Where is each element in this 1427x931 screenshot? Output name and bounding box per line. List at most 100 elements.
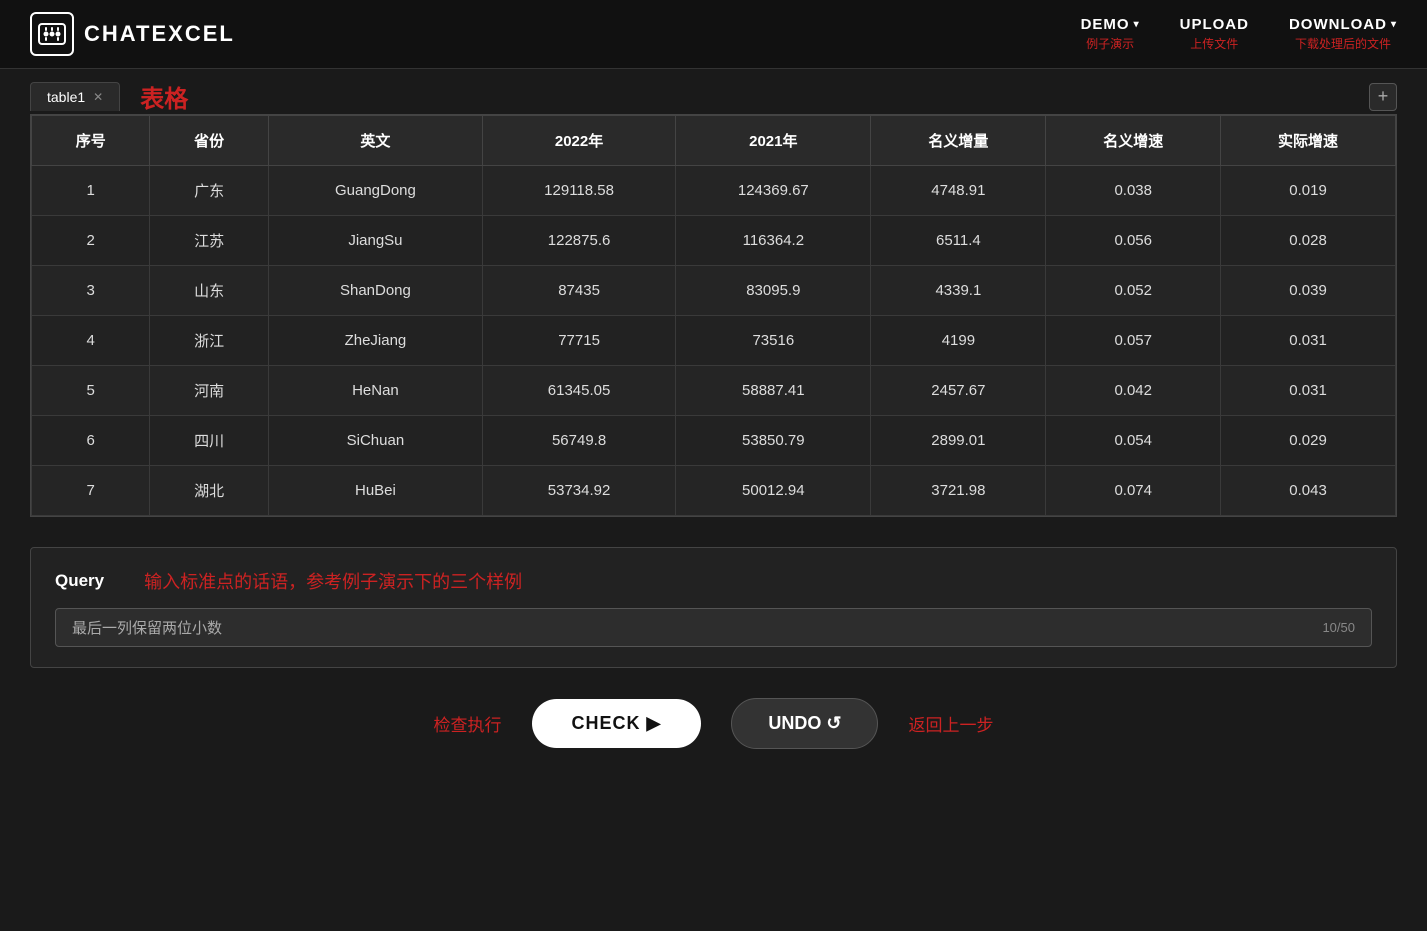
query-input[interactable] [72,619,1322,636]
cell-5-7: 0.029 [1221,416,1396,466]
cell-2-7: 0.039 [1221,266,1396,316]
query-counter: 10/50 [1322,620,1355,635]
tab-table1[interactable]: table1 ✕ [30,82,120,111]
nav-area: DEMO ▾ 例子演示 UPLOAD 上传文件 DOWNLOAD ▾ 下载处理后… [1081,16,1397,52]
nav-item-upload[interactable]: UPLOAD 上传文件 [1180,16,1249,52]
cell-5-0: 6 [32,416,150,466]
table-body: 1广东GuangDong129118.58124369.674748.910.0… [32,166,1396,516]
cell-5-3: 56749.8 [482,416,675,466]
cell-0-2: GuangDong [268,166,482,216]
cell-0-1: 广东 [150,166,268,216]
undo-button[interactable]: UNDO ↺ [731,698,878,749]
col-header-7: 实际增速 [1221,116,1396,166]
logo-text: ChatExcel [84,21,235,47]
check-button[interactable]: CHECK ▶ [532,699,702,748]
cell-6-4: 50012.94 [676,466,871,516]
col-header-1: 省份 [150,116,268,166]
nav-upload-label: UPLOAD [1180,16,1249,33]
cell-3-6: 0.057 [1046,316,1221,366]
cell-1-4: 116364.2 [676,216,871,266]
cell-1-7: 0.028 [1221,216,1396,266]
check-prefix-label: 检查执行 [434,711,502,736]
cell-0-0: 1 [32,166,150,216]
cell-3-3: 77715 [482,316,675,366]
header: ChatExcel DEMO ▾ 例子演示 UPLOAD 上传文件 DOWNLO… [0,0,1427,69]
col-header-3: 2022年 [482,116,675,166]
col-header-0: 序号 [32,116,150,166]
table-row: 1广东GuangDong129118.58124369.674748.910.0… [32,166,1396,216]
cell-0-7: 0.019 [1221,166,1396,216]
cell-3-4: 73516 [676,316,871,366]
cell-5-6: 0.054 [1046,416,1221,466]
query-label: Query [55,571,104,591]
table-row: 3山东ShanDong8743583095.94339.10.0520.039 [32,266,1396,316]
table-title: 表格 [140,79,188,114]
cell-0-6: 0.038 [1046,166,1221,216]
chevron-down-icon-2: ▾ [1391,19,1397,30]
cell-3-2: ZheJiang [268,316,482,366]
chevron-down-icon: ▾ [1134,19,1140,30]
table-row: 4浙江ZheJiang777157351641990.0570.031 [32,316,1396,366]
cell-5-5: 2899.01 [871,416,1046,466]
col-header-4: 2021年 [676,116,871,166]
table-row: 5河南HeNan61345.0558887.412457.670.0420.03… [32,366,1396,416]
cell-1-1: 江苏 [150,216,268,266]
table-row: 7湖北HuBei53734.9250012.943721.980.0740.04… [32,466,1396,516]
data-table: 序号 省份 英文 2022年 2021年 名义增量 名义增速 实际增速 1广东G… [31,115,1396,516]
cell-2-0: 3 [32,266,150,316]
cell-6-2: HuBei [268,466,482,516]
nav-demo-label: DEMO ▾ [1081,16,1140,33]
data-table-container: 序号 省份 英文 2022年 2021年 名义增量 名义增速 实际增速 1广东G… [30,114,1397,517]
nav-item-demo[interactable]: DEMO ▾ 例子演示 [1081,16,1140,52]
cell-1-5: 6511.4 [871,216,1046,266]
nav-item-download[interactable]: DOWNLOAD ▾ 下载处理后的文件 [1289,16,1397,52]
table-row: 2江苏JiangSu122875.6116364.26511.40.0560.0… [32,216,1396,266]
tab-close-icon[interactable]: ✕ [93,90,103,104]
query-hint: 输入标准点的话语，参考例子演示下的三个样例 [144,568,522,594]
cell-1-0: 2 [32,216,150,266]
cell-6-0: 7 [32,466,150,516]
table-header-row: 序号 省份 英文 2022年 2021年 名义增量 名义增速 实际增速 [32,116,1396,166]
cell-1-2: JiangSu [268,216,482,266]
logo-icon [30,12,74,56]
tab-area: table1 ✕ 表格 + [0,69,1427,114]
cell-6-7: 0.043 [1221,466,1396,516]
cell-4-1: 河南 [150,366,268,416]
cell-5-4: 53850.79 [676,416,871,466]
cell-6-3: 53734.92 [482,466,675,516]
cell-3-7: 0.031 [1221,316,1396,366]
col-header-5: 名义增量 [871,116,1046,166]
cell-5-2: SiChuan [268,416,482,466]
cell-0-3: 129118.58 [482,166,675,216]
cell-0-4: 124369.67 [676,166,871,216]
cell-3-5: 4199 [871,316,1046,366]
table-row: 6四川SiChuan56749.853850.792899.010.0540.0… [32,416,1396,466]
query-section: Query 输入标准点的话语，参考例子演示下的三个样例 10/50 [30,547,1397,668]
table-header: 序号 省份 英文 2022年 2021年 名义增量 名义增速 实际增速 [32,116,1396,166]
cell-2-4: 83095.9 [676,266,871,316]
nav-demo-sub: 例子演示 [1086,35,1134,52]
cell-3-0: 4 [32,316,150,366]
cell-2-3: 87435 [482,266,675,316]
nav-download-label: DOWNLOAD ▾ [1289,16,1397,33]
cell-2-5: 4339.1 [871,266,1046,316]
cell-6-1: 湖北 [150,466,268,516]
cell-2-1: 山东 [150,266,268,316]
cell-6-5: 3721.98 [871,466,1046,516]
cell-2-2: ShanDong [268,266,482,316]
query-input-row: 10/50 [55,608,1372,647]
add-tab-button[interactable]: + [1369,83,1397,111]
cell-4-7: 0.031 [1221,366,1396,416]
undo-suffix-label: 返回上一步 [908,711,993,736]
cell-4-5: 2457.67 [871,366,1046,416]
cell-0-5: 4748.91 [871,166,1046,216]
tab-label: table1 [47,89,85,105]
cell-4-2: HeNan [268,366,482,416]
cell-4-4: 58887.41 [676,366,871,416]
cell-1-6: 0.056 [1046,216,1221,266]
nav-upload-sub: 上传文件 [1190,35,1238,52]
cell-6-6: 0.074 [1046,466,1221,516]
cell-4-6: 0.042 [1046,366,1221,416]
col-header-2: 英文 [268,116,482,166]
logo-area: ChatExcel [30,12,235,56]
